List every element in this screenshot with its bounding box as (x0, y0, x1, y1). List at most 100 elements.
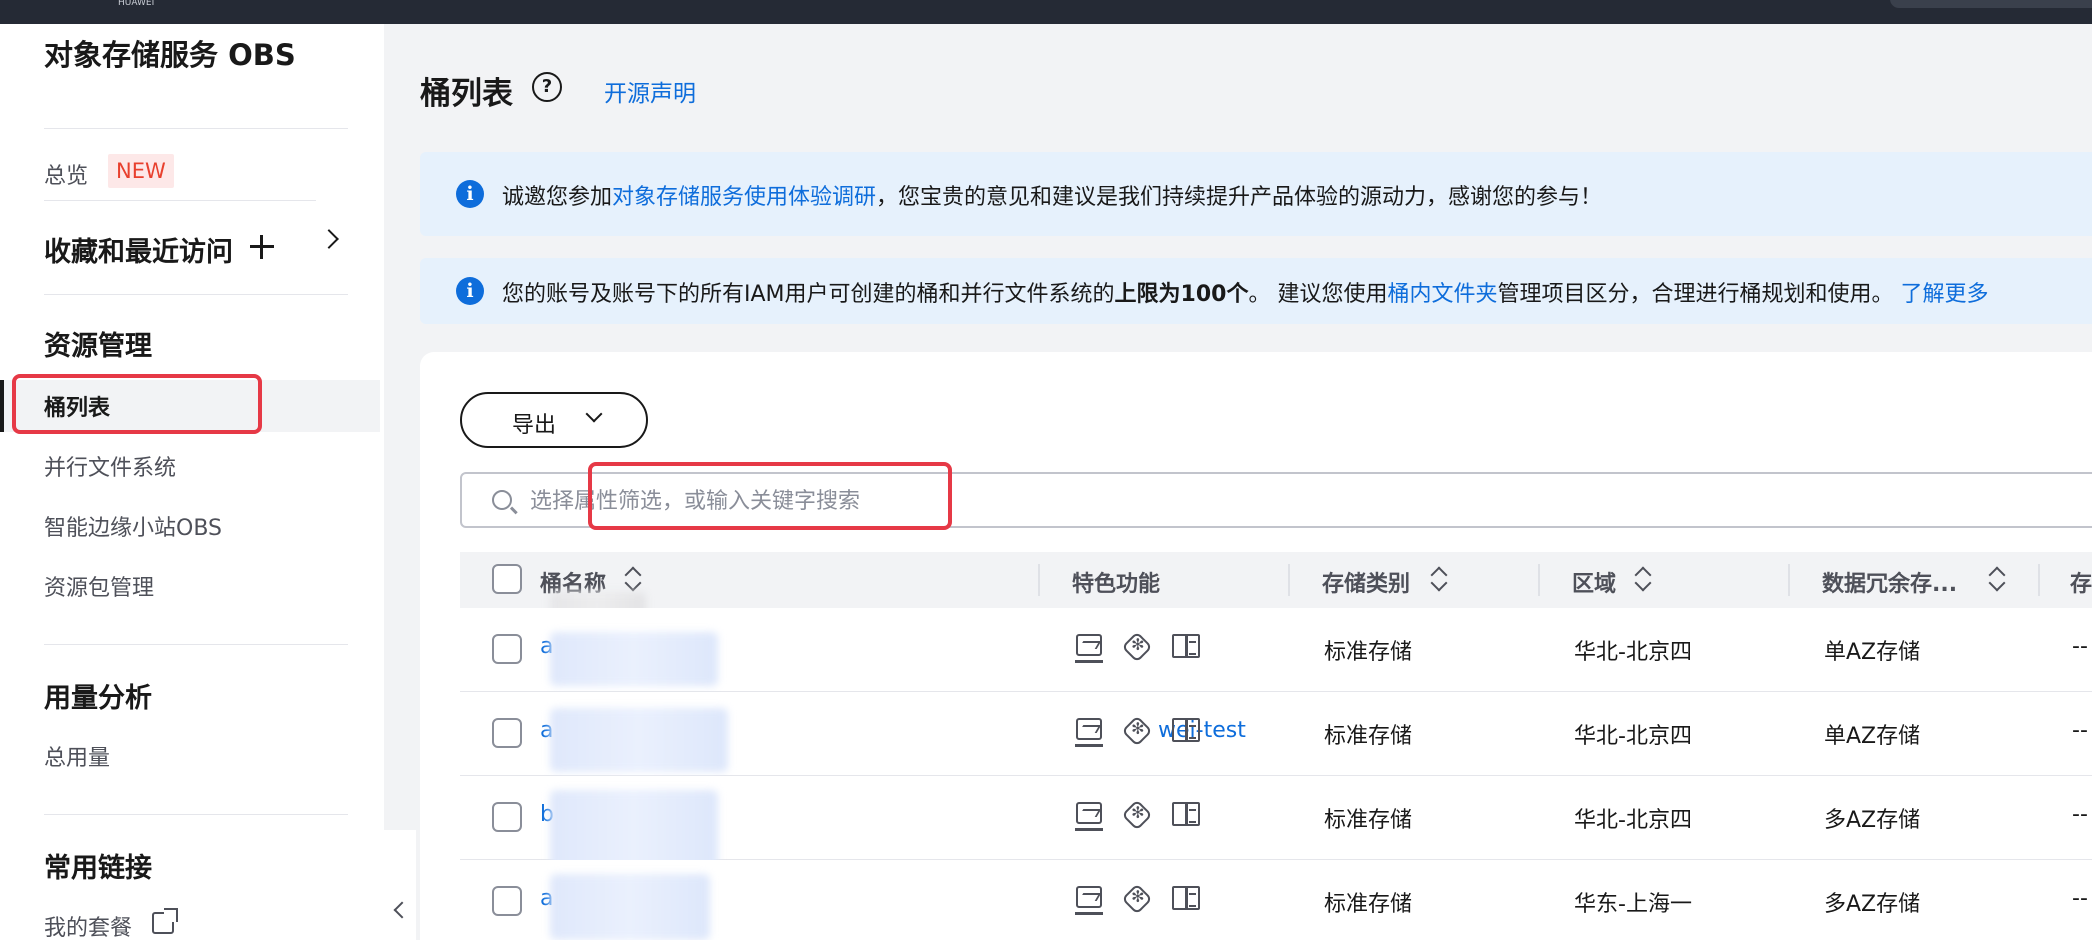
col-features: 特色功能 (1072, 572, 1161, 597)
banner-text-pre: 诚邀您参加 (502, 185, 613, 210)
highlight-box-nav (12, 374, 262, 434)
column-divider (1288, 564, 1290, 596)
col-region[interactable]: 区域 (1572, 566, 1616, 598)
chevron-down-icon (585, 405, 603, 423)
info-icon: i (456, 180, 484, 208)
region: 华北-北京四 (1574, 808, 1692, 833)
redundancy: 单AZ存储 (1824, 640, 1921, 665)
book-icon[interactable] (1172, 718, 1200, 742)
next-col-value: -- (2072, 718, 2088, 743)
monitor-icon[interactable] (1075, 886, 1103, 915)
storage-class: 标准存储 (1324, 724, 1413, 749)
export-button[interactable]: 导出 (460, 392, 648, 448)
book-icon[interactable] (1172, 886, 1200, 910)
next-col-value: -- (2072, 634, 2088, 659)
col-next: 存 (2070, 572, 2092, 597)
col-redundancy[interactable]: 数据冗余存... (1822, 566, 1957, 598)
row-checkbox[interactable] (492, 718, 522, 748)
column-divider (2038, 564, 2040, 596)
divider (44, 814, 348, 815)
row-checkbox[interactable] (492, 802, 522, 832)
redundancy: 单AZ存储 (1824, 724, 1921, 749)
redacted-region (550, 632, 718, 686)
external-link-icon (152, 908, 178, 934)
row-checkbox[interactable] (492, 634, 522, 664)
divider (44, 294, 348, 295)
redundancy: 多AZ存储 (1824, 892, 1921, 917)
quota-banner: i 您的账号及账号下的所有IAM用户可创建的桶和并行文件系统的上限为100个。 … (420, 258, 2092, 324)
storage-class: 标准存储 (1324, 640, 1413, 665)
service-title: 对象存储服务 OBS (44, 38, 296, 72)
learn-more-link[interactable]: 了解更多 (1901, 282, 1989, 307)
select-all-checkbox[interactable] (492, 564, 522, 594)
snowflake-icon[interactable] (1121, 631, 1153, 663)
book-icon[interactable] (1172, 634, 1200, 658)
next-col-value: -- (2072, 802, 2088, 827)
redundancy: 多AZ存储 (1824, 808, 1921, 833)
region: 华北-北京四 (1574, 640, 1692, 665)
banner-text-post: 管理项目区分，合理进行桶规划和使用。 (1497, 282, 1894, 307)
region: 华北-北京四 (1574, 724, 1692, 749)
help-icon[interactable]: ? (532, 72, 562, 102)
book-icon[interactable] (1172, 802, 1200, 826)
section-usage-analysis: 用量分析 (44, 683, 152, 714)
table-header: 桶名称 特色功能 存储类别 区域 数据冗余存... 存 (460, 552, 2092, 608)
survey-banner: i 诚邀您参加对象存储服务使用体验调研，您宝贵的意见和建议是我们持续提升产品体验… (420, 152, 2092, 236)
divider (44, 644, 348, 645)
snowflake-icon[interactable] (1121, 883, 1153, 915)
sidebar-item-favorites[interactable]: 收藏和最近访问 (44, 230, 233, 269)
open-source-link[interactable]: 开源声明 (604, 74, 696, 108)
new-badge: NEW (108, 154, 174, 188)
survey-link[interactable]: 对象存储服务使用体验调研 (612, 185, 876, 210)
redacted-region (550, 874, 710, 940)
storage-class: 标准存储 (1324, 808, 1413, 833)
region: 华东-上海一 (1574, 892, 1692, 917)
redacted-region (550, 790, 718, 870)
divider (44, 128, 348, 129)
sidebar-collapse-tab[interactable] (340, 830, 416, 940)
brand-logo: HUAWEI (118, 0, 155, 8)
sidebar-item-parallel-fs[interactable]: 并行文件系统 (44, 450, 176, 482)
snowflake-icon[interactable] (1121, 799, 1153, 831)
column-divider (1788, 564, 1790, 596)
next-col-value: -- (2072, 886, 2088, 911)
sort-icon[interactable] (1634, 567, 1654, 593)
sidebar-item-edge-obs[interactable]: 智能边缘小站OBS (44, 510, 222, 542)
section-resource-management: 资源管理 (44, 331, 152, 362)
col-storage-class[interactable]: 存储类别 (1322, 566, 1410, 598)
top-bar: HUAWEI (0, 0, 2092, 24)
top-search-pill[interactable] (1890, 0, 2092, 8)
banner-text-mid: 。 建议您使用 (1248, 282, 1388, 307)
sort-icon[interactable] (1988, 567, 2008, 593)
info-icon: i (456, 277, 484, 305)
divider (44, 200, 316, 201)
quota-limit: 上限为100个 (1114, 282, 1249, 307)
column-divider (1538, 564, 1540, 596)
storage-class: 标准存储 (1324, 892, 1413, 917)
sort-icon[interactable] (624, 567, 644, 593)
monitor-icon[interactable] (1075, 634, 1103, 663)
sidebar-item-total-usage[interactable]: 总用量 (44, 740, 110, 772)
highlight-box-search (588, 462, 952, 530)
redacted-region (550, 708, 728, 772)
banner-text-pre: 您的账号及账号下的所有IAM用户可创建的桶和并行文件系统的 (502, 282, 1115, 307)
quota-banner-text: 您的账号及账号下的所有IAM用户可创建的桶和并行文件系统的上限为100个。 建议… (502, 276, 1989, 308)
sort-icon[interactable] (1430, 567, 1450, 593)
monitor-icon[interactable] (1075, 802, 1103, 831)
sidebar-item-overview[interactable]: 总览 (44, 158, 88, 190)
row-checkbox[interactable] (492, 886, 522, 916)
folder-link[interactable]: 桶内文件夹 (1387, 282, 1497, 307)
survey-banner-text: 诚邀您参加对象存储服务使用体验调研，您宝贵的意见和建议是我们持续提升产品体验的源… (502, 179, 1602, 211)
search-icon (492, 490, 512, 510)
banner-text-post: ，您宝贵的意见和建议是我们持续提升产品体验的源动力，感谢您的参与！ (876, 185, 1603, 210)
sidebar-item-package-mgmt[interactable]: 资源包管理 (44, 570, 154, 602)
column-divider (1038, 564, 1040, 596)
sidebar-item-my-package[interactable]: 我的套餐 (44, 910, 132, 940)
sidebar-active-indicator (0, 380, 4, 432)
page-title: 桶列表 (420, 76, 513, 112)
monitor-icon[interactable] (1075, 718, 1103, 747)
snowflake-icon[interactable] (1121, 715, 1153, 747)
plus-icon[interactable] (250, 235, 274, 259)
section-common-links: 常用链接 (44, 853, 152, 884)
export-button-label: 导出 (512, 413, 557, 438)
